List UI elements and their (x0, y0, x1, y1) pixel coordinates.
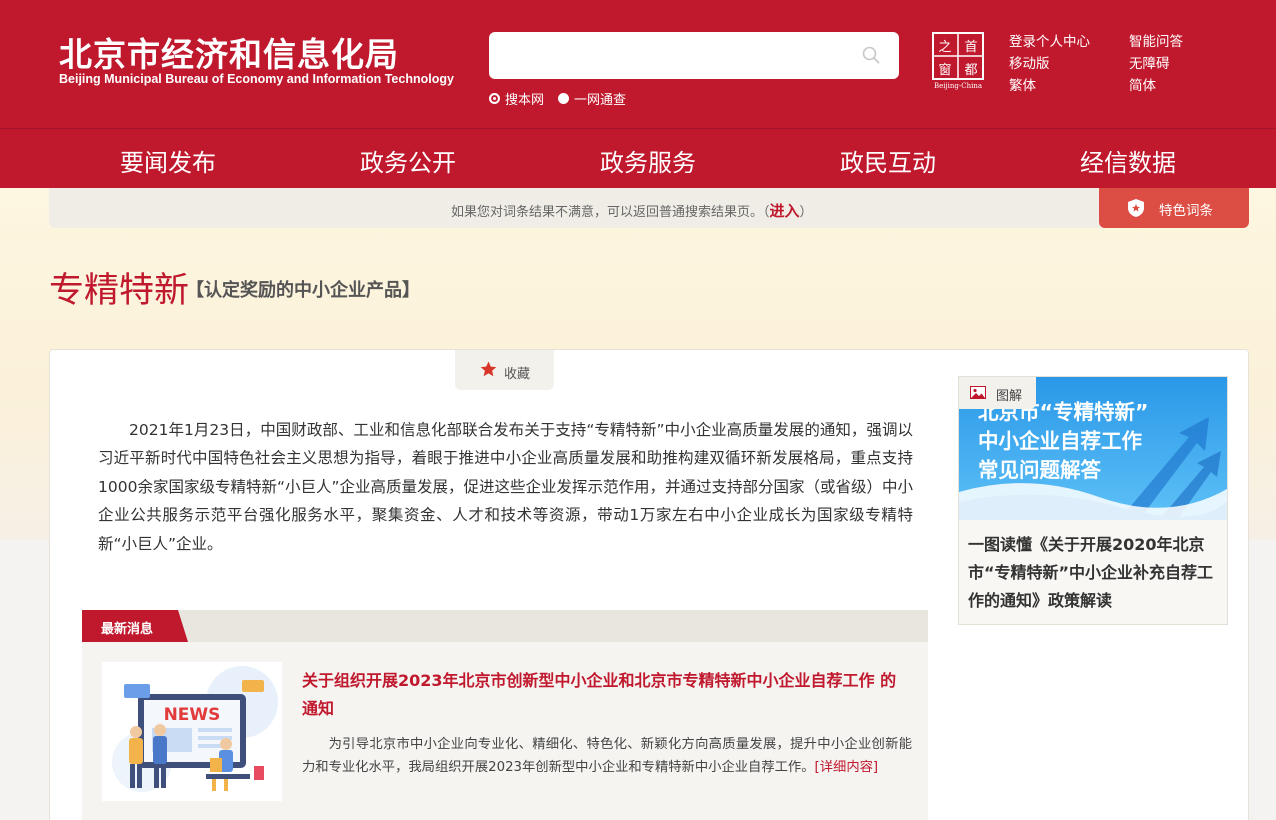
link-smart-qa[interactable]: 智能问答 (1129, 30, 1183, 50)
infographic-title-link[interactable]: 一图读懂《关于开展2020年北京市“专精特新”中小企业补充自荐工作的通知》政策解… (968, 531, 1220, 615)
search-tip: 如果您对词条结果不满意，可以返回普通搜索结果页。（进入） (451, 200, 813, 221)
radio-selected-icon (489, 93, 500, 104)
news-tag-label: 最新消息 (101, 622, 154, 637)
search-scope-label: 搜本网 (505, 93, 545, 108)
nav-item-gov-affairs[interactable]: 政务公开 (360, 143, 456, 178)
search-scope-group: 搜本网 一网通查 (489, 89, 640, 108)
radio-unselected-icon (558, 93, 570, 104)
site-logo-title[interactable]: 北京市经济和信息化局 (59, 28, 399, 76)
news-image-text: NEWS (164, 705, 221, 725)
nav-item-data[interactable]: 经信数据 (1080, 143, 1176, 178)
site-logo-subtitle: Beijing Municipal Bureau of Economy and … (59, 72, 454, 86)
infographic-line: 常见问题解答 (978, 458, 1101, 482)
search-scope-label: 一网通查 (574, 93, 627, 108)
search-tip-text: 如果您对词条结果不满意，可以返回普通搜索结果页。（ (451, 205, 770, 220)
capital-logo-char: 都 (964, 63, 977, 78)
search-scope-all[interactable]: 一网通查 (558, 89, 626, 108)
search-tip-text-end: ） (799, 205, 813, 220)
feature-entry-button[interactable]: 特色词条 (1099, 188, 1249, 228)
badge-star-icon (1128, 199, 1144, 217)
search-scope-site[interactable]: 搜本网 (489, 89, 544, 108)
star-icon (480, 361, 497, 377)
capital-logo-char: 之 (938, 40, 951, 55)
news-more-link[interactable]: [详细内容] (815, 760, 879, 775)
main-nav: 要闻发布 政务公开 政务服务 政民互动 经信数据 (0, 128, 1276, 188)
page-title: 专精特新 (49, 271, 190, 311)
page-subtitle: 【认定奖励的中小企业产品】 (186, 280, 420, 301)
capital-logo-char: 首 (964, 40, 977, 55)
search-input[interactable] (501, 42, 841, 69)
news-title-link[interactable]: 关于组织开展2023年北京市创新型中小企业和北京市专精特新中小企业自荐工作 的通… (302, 667, 912, 723)
search-box (489, 32, 899, 79)
news-tag: 最新消息 (82, 610, 188, 642)
image-icon (970, 386, 986, 399)
collect-button[interactable]: 收藏 (455, 350, 554, 390)
link-traditional[interactable]: 繁体 (1009, 74, 1036, 94)
search-tip-bar: 如果您对词条结果不满意，可以返回普通搜索结果页。（进入） (49, 188, 1249, 228)
link-accessibility[interactable]: 无障碍 (1129, 52, 1170, 72)
nav-item-news[interactable]: 要闻发布 (120, 143, 216, 178)
capital-window-logo[interactable]: 之 首 窗 都 Beijing-China (930, 31, 986, 91)
link-login[interactable]: 登录个人中心 (1009, 30, 1090, 50)
news-header-bar (82, 610, 928, 642)
search-icon[interactable] (862, 46, 880, 64)
capital-logo-char: 窗 (938, 62, 951, 78)
infographic-line: 中小企业自荐工作 (978, 429, 1142, 453)
enter-link[interactable]: 进入 (770, 202, 800, 220)
news-illustration[interactable]: NEWS (102, 662, 282, 801)
nav-item-interaction[interactable]: 政民互动 (840, 143, 936, 178)
capital-logo-caption: Beijing-China (934, 82, 982, 90)
intro-paragraph: 2021年1月23日，中国财政部、工业和信息化部联合发布关于支持“专精特新”中小… (98, 421, 914, 553)
infographic-tag-label: 图解 (996, 389, 1023, 404)
nav-item-services[interactable]: 政务服务 (600, 143, 696, 178)
news-summary: 为引导北京市中小企业向专业化、精细化、特色化、新颖化方向高质量发展，提升中小企业… (302, 733, 912, 779)
link-mobile[interactable]: 移动版 (1009, 52, 1050, 72)
feature-entry-label: 特色词条 (1159, 203, 1213, 219)
collect-label: 收藏 (504, 367, 531, 382)
link-simplified[interactable]: 简体 (1129, 74, 1156, 94)
infographic-tag: 图解 (959, 377, 1036, 409)
